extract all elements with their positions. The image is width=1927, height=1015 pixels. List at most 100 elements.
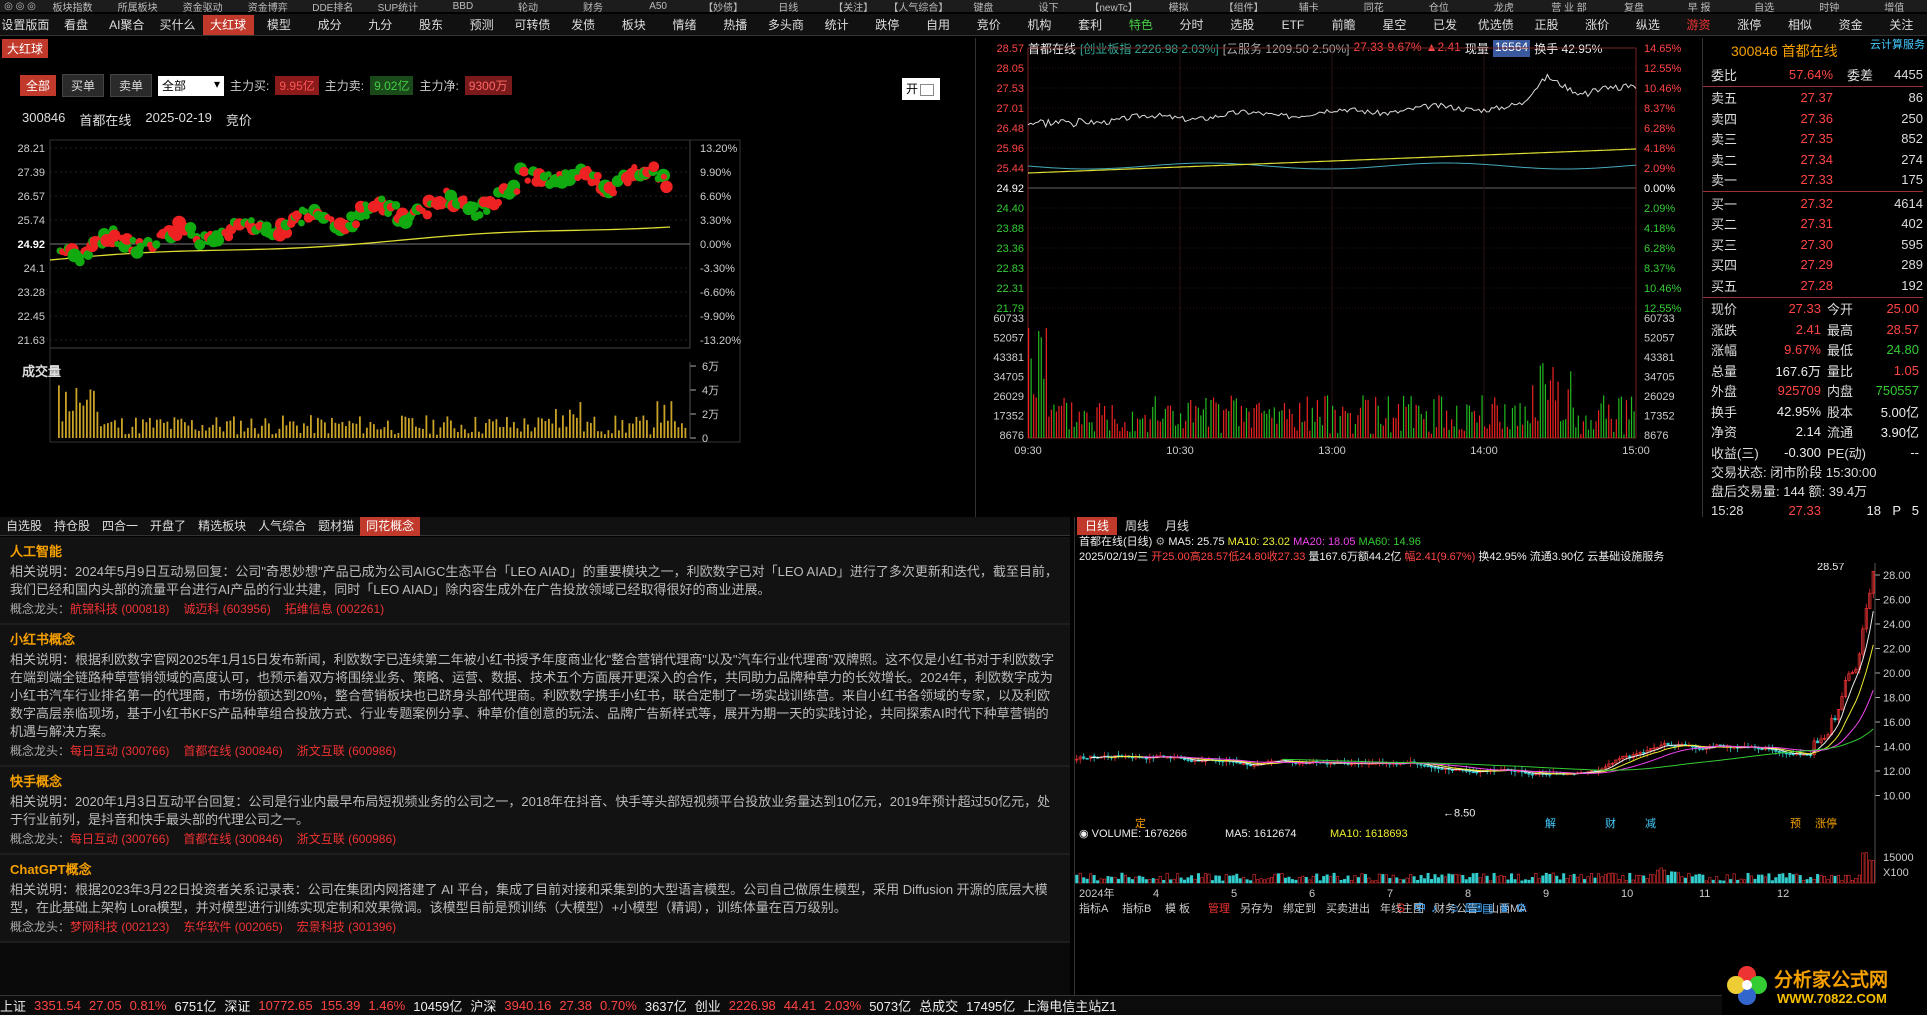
top-tab[interactable]: 选股: [1217, 15, 1268, 35]
top-tab[interactable]: 星空: [1369, 15, 1420, 35]
top-menu-item[interactable]: 时钟: [1797, 0, 1862, 13]
concept-item[interactable]: 人工智能 相关说明：2024年5月9日互动易回复：公司"奇思妙想"产品已成为公司A…: [0, 537, 1070, 625]
top-menu-item[interactable]: 【newTc】: [1081, 0, 1146, 13]
top-tab[interactable]: 发债: [558, 15, 609, 35]
top-menu-item[interactable]: 资金博弈: [235, 0, 300, 13]
top-tab[interactable]: 统计: [811, 15, 862, 35]
leader-stock-link[interactable]: 每日互动 (300766): [70, 744, 169, 758]
top-tab[interactable]: 竞价: [963, 15, 1014, 35]
kline-toolbar-item[interactable]: 另存为: [1240, 901, 1273, 915]
event-marker[interactable]: 解: [1545, 816, 1556, 830]
top-tab[interactable]: 优选债: [1470, 15, 1521, 35]
top-menu-item[interactable]: 辅卡: [1276, 0, 1341, 13]
ask-row[interactable]: 卖一 27.33 175: [1703, 170, 1923, 191]
top-menu-item[interactable]: 【人气综合】: [886, 0, 951, 13]
top-tab[interactable]: 前瞻: [1318, 15, 1369, 35]
top-menu-item[interactable]: 龙虎: [1471, 0, 1536, 13]
news-tab[interactable]: 四合一: [96, 517, 144, 536]
event-marker[interactable]: 财: [1605, 816, 1616, 830]
leader-stock-link[interactable]: 拓维信息 (002261): [285, 602, 384, 616]
filter-select[interactable]: 全部 ▾: [158, 75, 225, 96]
top-tab[interactable]: 涨价: [1572, 15, 1623, 35]
top-tab[interactable]: 大红球: [202, 14, 254, 35]
top-menu-item[interactable]: 复盘: [1602, 0, 1667, 13]
top-tab[interactable]: AI聚合: [101, 15, 152, 35]
input-method-icon[interactable]: ⌨: [1465, 901, 1482, 915]
input-method-icon[interactable]: 中: [1414, 900, 1426, 915]
kline-tab[interactable]: 日线: [1077, 517, 1118, 535]
input-method-icon[interactable]: ♪: [1431, 901, 1437, 915]
top-tab[interactable]: 九分: [355, 15, 406, 35]
news-tab[interactable]: 同花概念: [360, 516, 421, 536]
kline-toolbar-item[interactable]: 模 板: [1165, 901, 1190, 915]
top-menu-item[interactable]: 财务: [561, 0, 626, 13]
kline-toolbar-item[interactable]: 绑定到: [1283, 901, 1316, 915]
leader-stock-link[interactable]: 浙文互联 (600986): [297, 832, 396, 846]
top-menu-item[interactable]: 板块指数: [40, 0, 105, 13]
top-menu-item[interactable]: 资金驱动: [170, 0, 235, 13]
top-menu-item[interactable]: DDE排名: [300, 0, 365, 13]
ask-row[interactable]: 卖二 27.34 274: [1703, 149, 1923, 170]
top-tab[interactable]: 设置版面: [0, 15, 51, 35]
event-marker[interactable]: 减: [1645, 817, 1656, 830]
top-menu-item[interactable]: 仓位: [1406, 0, 1471, 13]
top-tab[interactable]: 可转债: [507, 15, 558, 35]
ask-row[interactable]: 卖四 27.36 250: [1703, 108, 1923, 129]
news-tab[interactable]: 持仓股: [48, 517, 96, 536]
news-tab[interactable]: 自选股: [0, 517, 48, 536]
input-method-icon[interactable]: ⚙: [1516, 901, 1527, 915]
input-method-icon[interactable]: S: [1397, 901, 1405, 915]
news-tab[interactable]: 题材猫: [312, 517, 360, 536]
kline-toolbar-item[interactable]: 买卖进出: [1326, 901, 1370, 915]
filter-buy-button[interactable]: 买单: [62, 74, 105, 97]
news-tab[interactable]: 开盘了: [144, 517, 192, 536]
top-tab[interactable]: 情绪: [659, 15, 710, 35]
top-tab[interactable]: 涨停: [1724, 15, 1775, 35]
top-tab[interactable]: 自用: [913, 15, 964, 35]
kline-toolbar-item[interactable]: 管理: [1208, 901, 1230, 915]
top-menu-item[interactable]: 自选: [1732, 0, 1797, 13]
leader-stock-link[interactable]: 宏景科技 (301396): [297, 920, 396, 934]
leader-stock-link[interactable]: 浙文互联 (600986): [297, 744, 396, 758]
kline-tab[interactable]: 周线: [1117, 517, 1157, 535]
top-tab[interactable]: 正股: [1521, 15, 1572, 35]
top-tab[interactable]: 资金: [1825, 15, 1876, 35]
top-tab[interactable]: 热播: [710, 15, 761, 35]
leader-stock-link[interactable]: 诚迈科 (603956): [183, 602, 270, 616]
bid-row[interactable]: 买三 27.30 595: [1703, 234, 1923, 255]
menu-circle-icons[interactable]: ◎ ◎ ◎: [0, 1, 40, 12]
event-marker[interactable]: 涨停: [1815, 816, 1837, 830]
top-tab[interactable]: 相似: [1775, 15, 1826, 35]
top-menu-item[interactable]: 【妙债】: [691, 0, 756, 13]
top-menu-item[interactable]: 设下: [1016, 0, 1081, 13]
input-method-icon[interactable]: ▤: [1482, 901, 1493, 915]
top-menu-item[interactable]: 模拟: [1146, 0, 1211, 13]
filter-sell-button[interactable]: 卖单: [110, 74, 153, 97]
top-tab[interactable]: 多头商: [761, 15, 812, 35]
top-tab[interactable]: 股东: [406, 15, 457, 35]
concept-item[interactable]: 快手概念 相关说明：2020年1月3日互动平台回复：公司是行业内最早布局短视频业务…: [0, 767, 1070, 855]
toggle-open-button[interactable]: 开: [902, 78, 940, 100]
kline-toolbar-item[interactable]: 指标A: [1079, 901, 1109, 915]
ask-row[interactable]: 卖五 27.37 86: [1703, 88, 1923, 109]
leader-stock-link[interactable]: 航锦科技 (000818): [70, 602, 169, 616]
news-tab[interactable]: 人气综合: [252, 517, 312, 536]
top-tab[interactable]: 已发: [1420, 15, 1471, 35]
leader-stock-link[interactable]: 首都在线 (300846): [183, 832, 282, 846]
top-tab[interactable]: 特色: [1115, 15, 1166, 35]
top-tab[interactable]: 套利: [1065, 15, 1116, 35]
concept-item[interactable]: 小红书概念 相关说明：根据利欧数字官网2025年1月15日发布新闻，利欧数字已连续…: [0, 625, 1070, 767]
top-menu-item[interactable]: SUP统计: [365, 0, 430, 13]
top-tab[interactable]: 预测: [456, 15, 507, 35]
event-marker[interactable]: 预: [1790, 817, 1801, 830]
top-menu-item[interactable]: 键盘: [951, 0, 1016, 13]
top-menu-item[interactable]: 营 业 部: [1536, 0, 1601, 13]
top-menu-item[interactable]: A50: [626, 1, 691, 12]
top-tab[interactable]: 看盘: [51, 15, 102, 35]
top-tab[interactable]: ETF: [1268, 15, 1319, 35]
ask-row[interactable]: 卖三 27.35 852: [1703, 129, 1923, 150]
input-method-icon[interactable]: ☺: [1448, 901, 1460, 915]
kline-toolbar-item[interactable]: 指标B: [1122, 901, 1151, 915]
top-menu-item[interactable]: 增值: [1862, 0, 1927, 13]
top-tab[interactable]: 机构: [1014, 15, 1065, 35]
